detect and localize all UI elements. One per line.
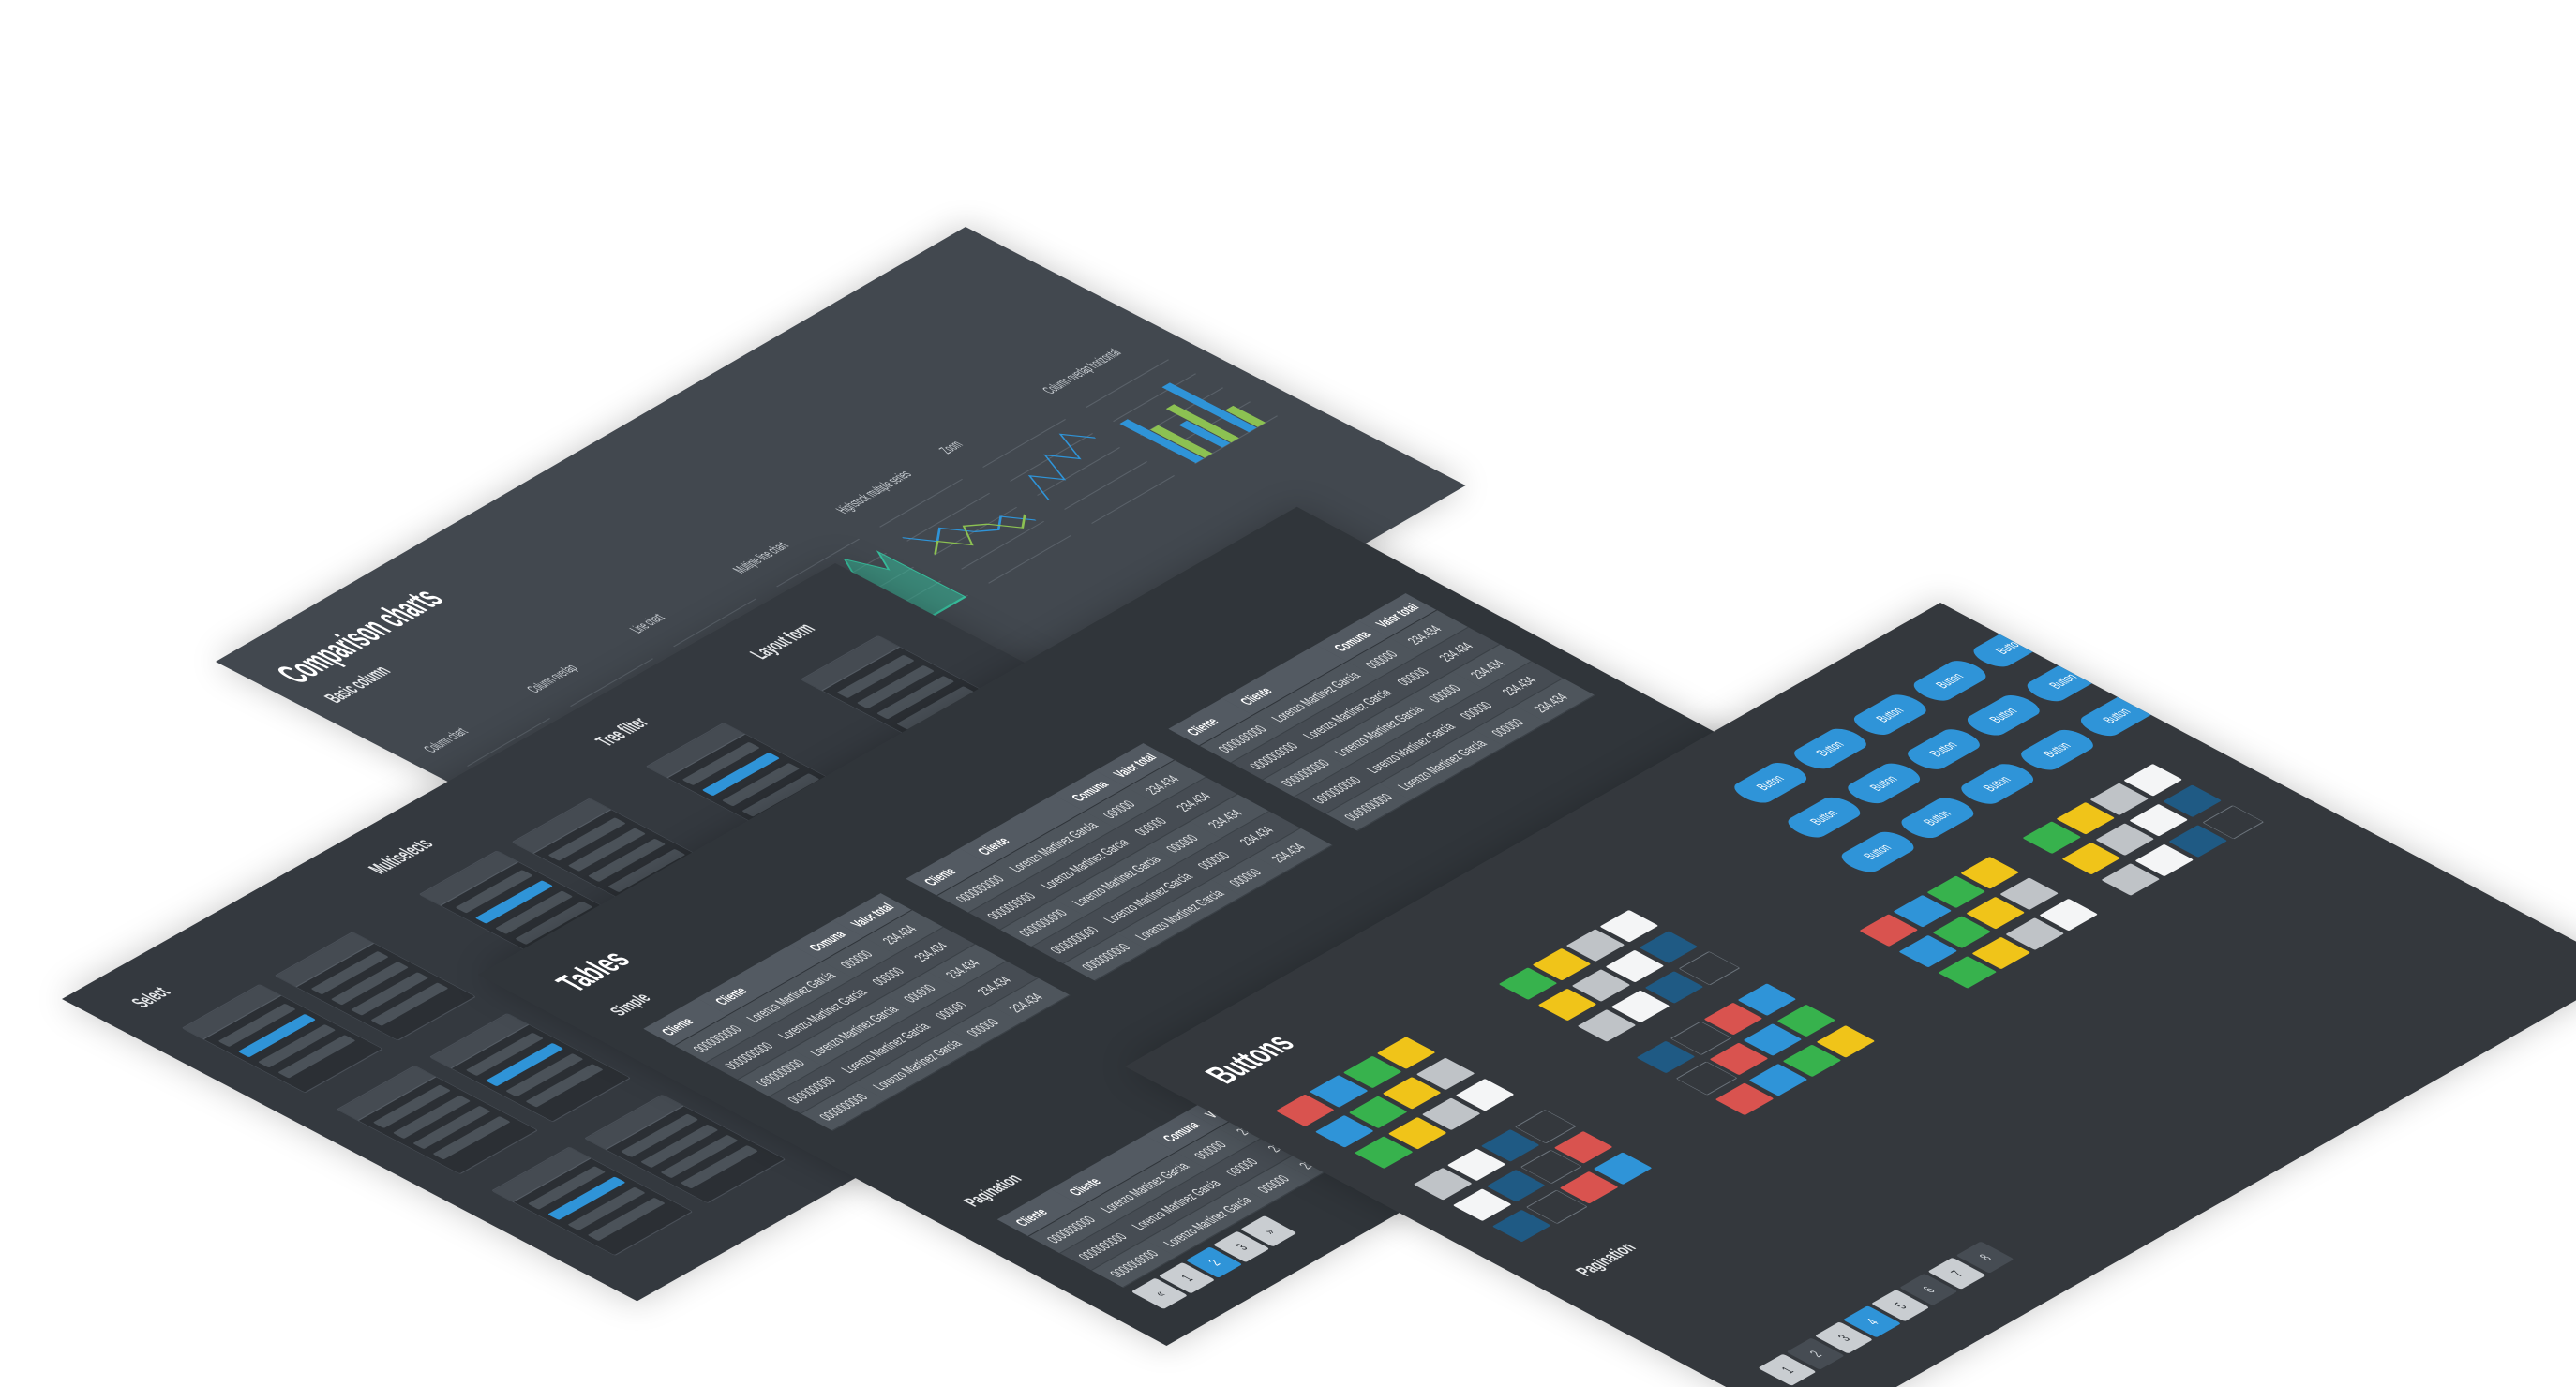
panel-header (337, 1066, 437, 1121)
pill-button[interactable]: Button (1954, 760, 2041, 808)
buttons-pagination-label: Pagination (1570, 1240, 1641, 1279)
panel-header (585, 1095, 684, 1150)
panel-option[interactable] (277, 1035, 356, 1079)
pill-button[interactable]: Button (1728, 758, 1814, 807)
pill-button[interactable]: Button (1781, 793, 1867, 842)
section-layout-form: Layout form (744, 619, 821, 663)
pill-button[interactable]: Button (2027, 603, 2113, 637)
panel-option[interactable] (525, 1064, 604, 1108)
pill-button[interactable]: Button (1835, 828, 1921, 876)
pill-button[interactable]: Button (1960, 691, 2046, 739)
line-series (902, 515, 1037, 543)
grid-line (1064, 461, 1148, 510)
panel-header (492, 1147, 592, 1202)
panel-option[interactable] (680, 1144, 758, 1189)
pill-button[interactable]: Button (2080, 623, 2166, 672)
buttons-pagination: 12345678 (1758, 1241, 2014, 1386)
grid-line (982, 419, 1067, 468)
pill-button[interactable]: Button (2014, 725, 2101, 774)
pill-button[interactable]: Button (2134, 658, 2220, 706)
grid-line (1010, 433, 1094, 482)
panel-header (513, 798, 612, 854)
panel-option[interactable] (432, 1115, 511, 1160)
section-multiselects: Multiselects (363, 835, 439, 877)
pill-button[interactable]: Button (2074, 692, 2160, 740)
grid-line (1091, 475, 1176, 524)
pill-button[interactable]: Button (1847, 691, 1933, 739)
pill-button[interactable]: Button (1787, 724, 1874, 773)
buttons-title: Buttons (1196, 1029, 1305, 1089)
line-series (1027, 433, 1097, 501)
grid-line (1037, 447, 1121, 496)
chart-section-label: Column overlap (522, 662, 582, 695)
chart-section-label: Zoom (935, 438, 967, 456)
pill-button[interactable]: Button (1900, 725, 1987, 773)
panel-header (430, 1013, 530, 1069)
grid-line (906, 492, 991, 542)
panel-header (801, 635, 901, 692)
pill-button[interactable]: Button (1895, 794, 1981, 843)
pill-button[interactable]: Button (1967, 622, 2053, 671)
isometric-scene: Comparison charts Basic column Column ch… (0, 0, 2576, 1387)
panel-header (183, 984, 282, 1040)
panel-option[interactable] (370, 982, 449, 1026)
panel-header (276, 932, 375, 988)
chart-section-label: Line chart (625, 611, 669, 635)
grid-line (988, 534, 1072, 584)
pill-button[interactable]: Button (2020, 657, 2106, 706)
grid-line (961, 520, 1045, 570)
tables-simple-label: Simple (605, 990, 656, 1019)
panel-header (647, 723, 746, 779)
tables-pagination-label: Pagination (959, 1171, 1026, 1210)
section-tree-filter: Tree filter (590, 713, 654, 750)
pill-button[interactable]: Button (1841, 759, 1927, 808)
chart-section-label: Column chart (419, 724, 472, 755)
panel-option[interactable] (587, 1197, 666, 1242)
tables-title: Tables (547, 946, 640, 997)
panel-header (420, 851, 519, 906)
line-series (934, 514, 1026, 556)
pill-button[interactable]: Button (1907, 657, 1993, 705)
section-select: Select (126, 983, 176, 1011)
